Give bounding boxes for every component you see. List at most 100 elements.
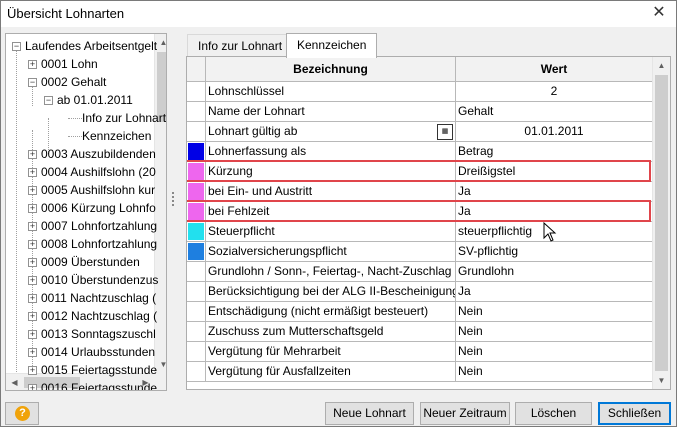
- row-value[interactable]: Betrag: [456, 142, 652, 162]
- row-value[interactable]: Nein: [456, 322, 652, 342]
- grid-scroll-up-icon[interactable]: ▲: [653, 57, 670, 74]
- grid-row[interactable]: bei Fehlzeit Ja: [187, 202, 652, 222]
- row-value[interactable]: 01.01.2011: [456, 122, 652, 142]
- grid-row[interactable]: Sozialversicherungspflicht SV-pflichtig: [187, 242, 652, 262]
- close-icon[interactable]: ✕: [646, 2, 672, 24]
- help-button[interactable]: ?: [5, 402, 39, 425]
- grid-row[interactable]: bei Ein- und Austritt Ja: [187, 182, 652, 202]
- tree-item[interactable]: 0001 Lohn: [41, 55, 98, 73]
- tree-expander-icon[interactable]: +: [28, 312, 37, 321]
- grid-row[interactable]: Lohnart gültig ab ▦ 01.01.2011: [187, 122, 652, 142]
- tree-item[interactable]: 0004 Aushilfslohn (20: [41, 163, 156, 181]
- tree-expander-icon[interactable]: +: [28, 258, 37, 267]
- grid-row[interactable]: Vergütung für Ausfallzeiten Nein: [187, 362, 652, 382]
- grid-row[interactable]: Berücksichtigung bei der ALG II-Beschein…: [187, 282, 652, 302]
- tree-expander-icon[interactable]: +: [28, 294, 37, 303]
- grid-row[interactable]: Lohnerfassung als Betrag: [187, 142, 652, 162]
- row-label: Kürzung: [206, 162, 456, 182]
- row-value[interactable]: 2: [456, 82, 652, 102]
- tree-item[interactable]: Kennzeichen: [82, 127, 151, 145]
- tree-expander-icon[interactable]: +: [28, 366, 37, 375]
- grid-row[interactable]: Vergütung für Mehrarbeit Nein: [187, 342, 652, 362]
- grid-vertical-scrollbar[interactable]: ▲ ▼: [652, 57, 670, 389]
- tree-expander-icon[interactable]: +: [28, 168, 37, 177]
- calendar-icon[interactable]: ▦: [437, 124, 453, 140]
- row-value[interactable]: SV-pflichtig: [456, 242, 652, 262]
- close-button[interactable]: Schließen: [598, 402, 671, 425]
- pane-splitter[interactable]: [170, 190, 176, 210]
- color-swatch: [188, 143, 204, 160]
- color-swatch: [188, 223, 204, 240]
- tree-item[interactable]: 0010 Überstundenzus: [41, 271, 158, 289]
- row-value[interactable]: Nein: [456, 302, 652, 322]
- row-marker: [187, 162, 206, 182]
- new-period-button[interactable]: Neuer Zeitraum: [420, 402, 510, 425]
- row-marker: [187, 262, 206, 282]
- row-value[interactable]: Ja: [456, 182, 652, 202]
- row-marker: [187, 362, 206, 382]
- grid-row[interactable]: Entschädigung (nicht ermäßigt besteuert)…: [187, 302, 652, 322]
- delete-button[interactable]: Löschen: [515, 402, 592, 425]
- row-value[interactable]: Dreißigstel: [456, 162, 652, 182]
- tree-expander-icon[interactable]: +: [28, 60, 37, 69]
- row-value[interactable]: Gehalt: [456, 102, 652, 122]
- row-value[interactable]: Ja: [456, 202, 652, 222]
- tree-item[interactable]: 0005 Aushilfslohn kur: [41, 181, 155, 199]
- row-marker: [187, 202, 206, 222]
- color-swatch: [188, 203, 204, 220]
- tree-expander-icon[interactable]: +: [28, 330, 37, 339]
- row-value[interactable]: Ja: [456, 282, 652, 302]
- tree-item[interactable]: 0008 Lohnfortzahlung: [41, 235, 157, 253]
- tree-item[interactable]: Info zur Lohnart: [82, 109, 166, 127]
- tree-expander-icon[interactable]: +: [28, 186, 37, 195]
- grid-row[interactable]: Grundlohn / Sonn-, Feiertag-, Nacht-Zusc…: [187, 262, 652, 282]
- grid-header-bezeichnung[interactable]: Bezeichnung: [206, 57, 456, 82]
- new-wage-type-button[interactable]: Neue Lohnart: [325, 402, 414, 425]
- tree-item[interactable]: 0009 Überstunden: [41, 253, 140, 271]
- title-bar: Übersicht Lohnarten ✕: [1, 1, 676, 27]
- grid-row[interactable]: Steuerpflicht steuerpflichtig: [187, 222, 652, 242]
- tree-expander-icon[interactable]: +: [28, 384, 37, 390]
- tree-item[interactable]: 0015 Feiertagsstunde: [41, 361, 157, 379]
- tree-expander-icon[interactable]: −: [28, 78, 37, 87]
- tree-item[interactable]: Laufendes Arbeitsentgelt: [25, 37, 157, 55]
- grid-scroll-down-icon[interactable]: ▼: [653, 372, 670, 389]
- tree-expander-icon[interactable]: +: [28, 348, 37, 357]
- mouse-cursor-icon: [543, 222, 557, 242]
- row-value[interactable]: Nein: [456, 342, 652, 362]
- row-value[interactable]: Grundlohn: [456, 262, 652, 282]
- tree-item[interactable]: 0003 Auszubildenden: [41, 145, 156, 163]
- tree-item[interactable]: ab 01.01.2011: [57, 91, 133, 109]
- tab-kennzeichen[interactable]: Kennzeichen: [286, 33, 378, 58]
- grid-row[interactable]: Name der Lohnart Gehalt: [187, 102, 652, 122]
- tree-expander-icon[interactable]: +: [28, 276, 37, 285]
- tree-item[interactable]: 0002 Gehalt: [41, 73, 106, 91]
- grid-scroll-thumb[interactable]: [655, 75, 668, 371]
- tree-expander-icon[interactable]: +: [28, 240, 37, 249]
- grid-header-corner: [187, 57, 206, 82]
- tree-item[interactable]: 0007 Lohnfortzahlung: [41, 217, 157, 235]
- tree-item[interactable]: 0013 Sonntagszuschl: [41, 325, 156, 343]
- tree-expander-icon[interactable]: +: [28, 222, 37, 231]
- grid-row[interactable]: Lohnschlüssel 2: [187, 82, 652, 102]
- grid-row[interactable]: Zuschuss zum Mutterschaftsgeld Nein: [187, 322, 652, 342]
- scroll-left-icon[interactable]: ◀: [6, 374, 23, 390]
- row-marker: [187, 122, 206, 142]
- tree-item[interactable]: 0016 Feiertagsstunde: [41, 379, 157, 390]
- row-value[interactable]: Nein: [456, 362, 652, 382]
- tree-item[interactable]: 0014 Urlaubsstunden: [41, 343, 155, 361]
- grid-row[interactable]: Kürzung Dreißigstel: [187, 162, 652, 182]
- tree-expander-icon[interactable]: −: [44, 96, 53, 105]
- row-label: Lohnschlüssel: [206, 82, 456, 102]
- tree-expander-icon[interactable]: +: [28, 150, 37, 159]
- tab-info-zur-lohnart[interactable]: Info zur Lohnart: [187, 34, 294, 57]
- row-label: Lohnerfassung als: [206, 142, 456, 162]
- row-marker: [187, 242, 206, 262]
- tree-expander-icon[interactable]: +: [28, 204, 37, 213]
- tree-item[interactable]: 0011 Nachtzuschlag (: [41, 289, 156, 307]
- tree-expander-icon[interactable]: −: [12, 42, 21, 51]
- grid-header-wert[interactable]: Wert: [456, 57, 652, 82]
- tree-item[interactable]: 0012 Nachtzuschlag (: [41, 307, 157, 325]
- tree-item[interactable]: 0006 Kürzung Lohnfo: [41, 199, 156, 217]
- wage-type-tree[interactable]: ▲ ▼ ◀ ▶ − Laufendes Arbeitsentgelt +0001 L…: [5, 33, 167, 391]
